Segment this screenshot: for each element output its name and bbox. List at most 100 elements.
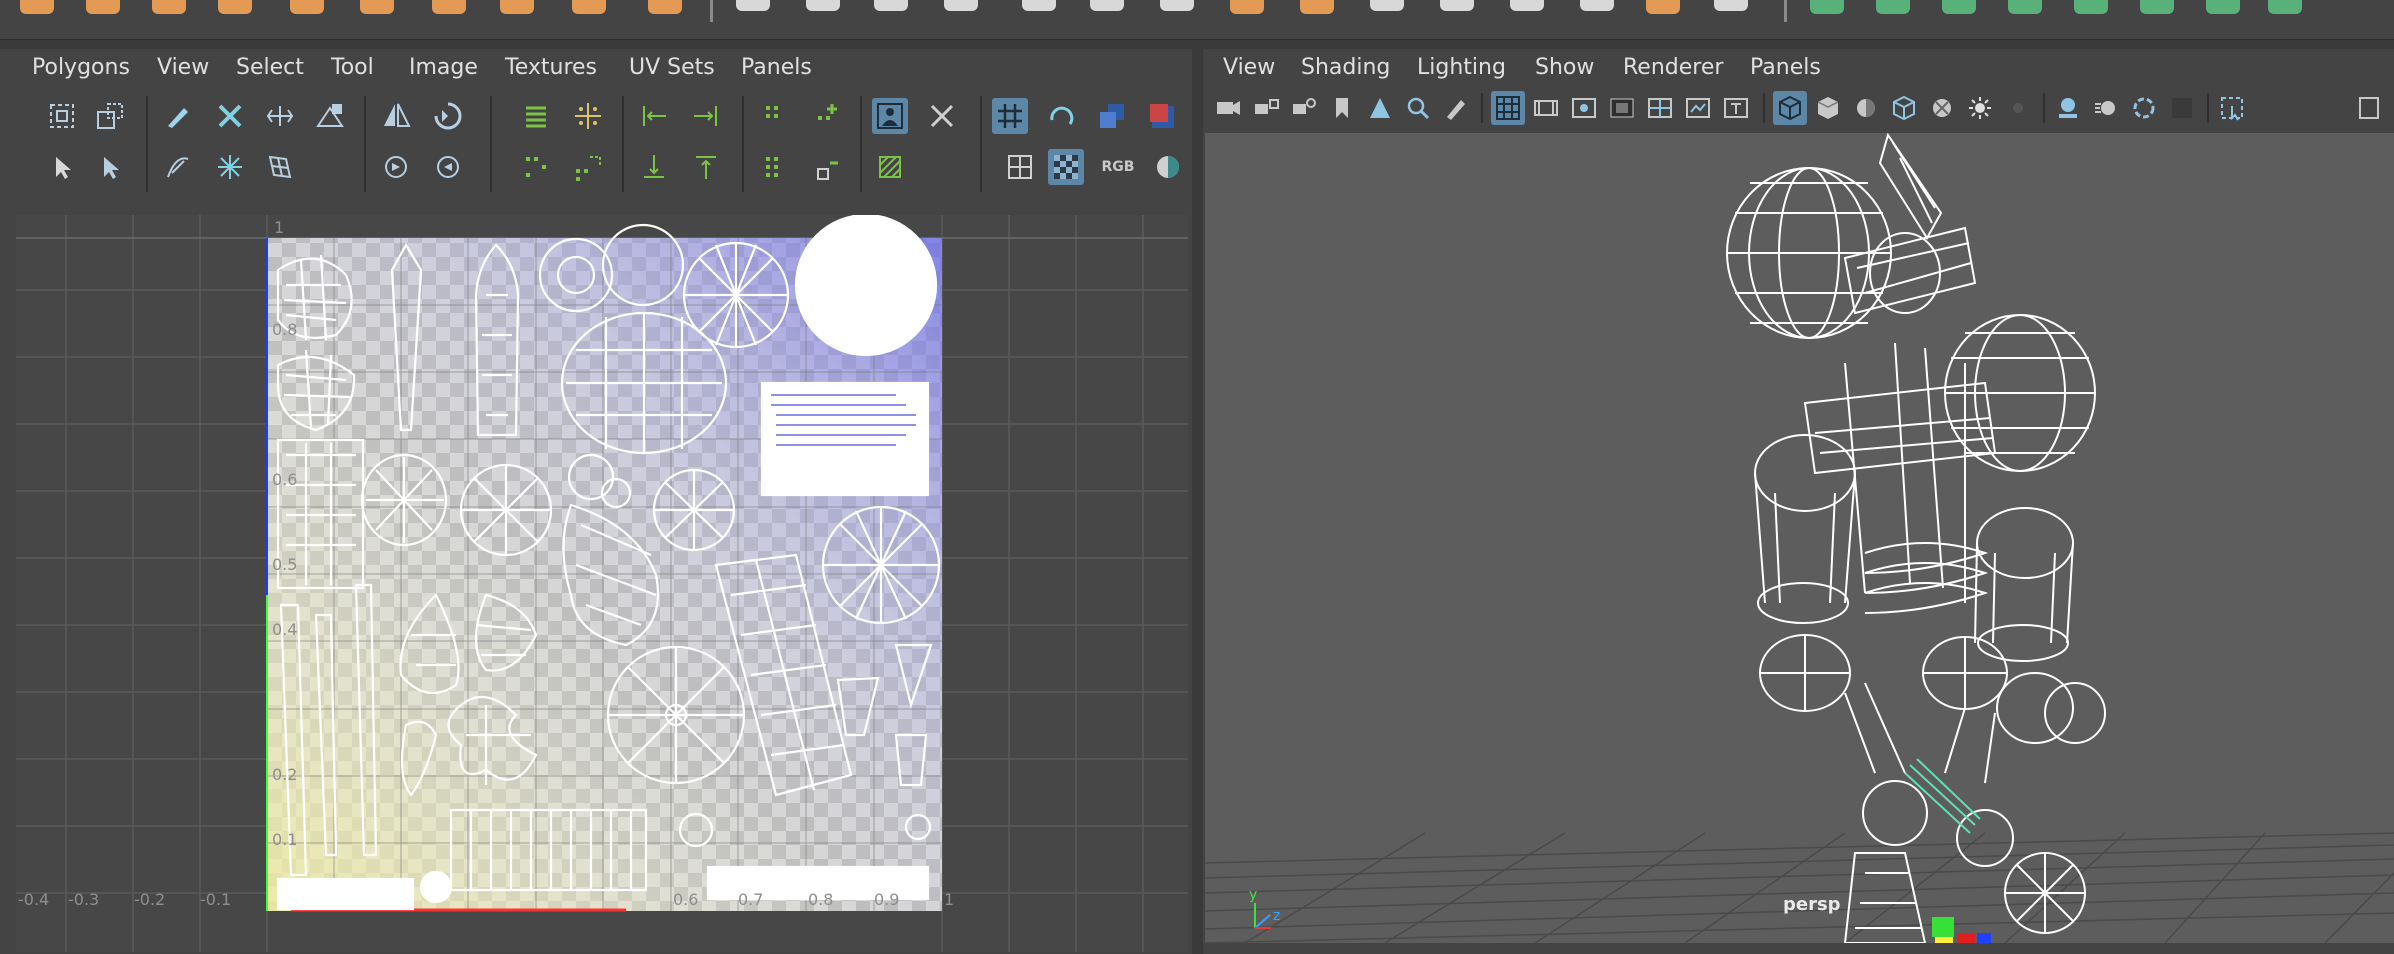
shaded-uv-icon[interactable] [1094,98,1130,134]
uv-cut-icon[interactable] [212,98,248,134]
shadows-icon[interactable] [2001,91,2035,125]
image-plane-icon[interactable] [1363,91,1397,125]
bookmark-icon[interactable] [1325,91,1359,125]
uv-texture-view[interactable]: 1 0.8 0.6 0.5 0.4 0.2 0.1 -0.4 -0.3 -0.2… [16,215,1188,952]
checker-tiles-icon[interactable] [1048,149,1084,185]
shelf-icon-poly-cube[interactable] [86,0,120,14]
shelf-icon-triangulate[interactable] [1714,0,1748,11]
motion-blur-icon[interactable] [2089,91,2123,125]
shelf-icon-bridge[interactable] [1160,0,1194,11]
shelf-icon-spherical-map[interactable] [1942,0,1976,14]
depth-of-field-icon[interactable] [2165,91,2199,125]
shelf-icon-uv-editor[interactable] [2206,0,2240,14]
shelf-icon-combine[interactable] [736,0,770,11]
textured-icon[interactable] [1925,91,1959,125]
texture-borders-icon[interactable] [1144,98,1180,134]
shelf-icon-separate[interactable] [806,0,840,11]
shelf-icon-append[interactable] [1300,0,1334,14]
persp-viewport[interactable]: y z persp [1205,133,2394,943]
field-chart-icon[interactable] [1643,91,1677,125]
uv-straighten-icon[interactable] [518,98,554,134]
shelf-icon-fill-hole[interactable] [1230,0,1264,14]
grid-uvs-icon[interactable] [758,149,794,185]
menu-tool[interactable]: Tool [331,55,374,80]
filter-image-icon[interactable] [924,98,960,134]
panel-divider[interactable] [1192,49,1203,954]
rgb-channels-toggle[interactable]: RGB [1100,149,1136,185]
select-camera-icon[interactable] [1211,91,1245,125]
menu-shading[interactable]: Shading [1301,55,1390,80]
shelf-icon-poly-disc[interactable] [432,0,466,14]
camera-attributes-icon[interactable] [1287,91,1321,125]
lock-camera-icon[interactable] [1249,91,1283,125]
select-tool-icon[interactable] [44,149,80,185]
shelf-icon-auto-map[interactable] [2008,0,2042,14]
align-min-v-icon[interactable] [636,149,672,185]
dim-image-icon[interactable] [872,149,908,185]
shelf-icon-smooth[interactable] [874,0,908,11]
menu-uv-sets[interactable]: UV Sets [629,55,715,80]
shelf-icon-wedge[interactable] [1646,0,1680,14]
menu-panels[interactable]: Panels [741,55,812,80]
uv-distribute-icon[interactable] [570,98,606,134]
2d-pan-zoom-icon[interactable] [1401,91,1435,125]
alpha-channel-icon[interactable] [1150,149,1186,185]
wireframe-on-shaded-icon[interactable] [1887,91,1921,125]
shelf-icon-poly-cylinder[interactable] [152,0,186,14]
shelf-icon-poly-torus[interactable] [290,0,324,14]
shelf-icon-planar-map[interactable] [1810,0,1844,14]
normalize-icon[interactable] [810,149,846,185]
film-gate-icon[interactable] [1529,91,1563,125]
shelf-icon-poly-text[interactable] [648,0,682,14]
shelf-icon-poly-sphere[interactable] [20,0,54,14]
menu-image[interactable]: Image [409,55,478,80]
shelf-icon-bevel[interactable] [1022,0,1056,11]
grid-toggle-icon[interactable] [1491,91,1525,125]
grease-pencil-icon[interactable] [1439,91,1473,125]
uv-shell-border-icon[interactable] [92,98,128,134]
shelf-icon-cylindrical-map[interactable] [1876,0,1910,14]
screen-space-ao-icon[interactable] [2051,91,2085,125]
gate-mask-icon[interactable] [1605,91,1639,125]
uv-rotate-icon[interactable] [430,98,466,134]
default-material-icon[interactable] [1849,91,1883,125]
layout-icon[interactable] [570,149,606,185]
uv-flip-u-icon[interactable] [378,98,414,134]
xray-icon[interactable] [2353,91,2387,125]
menu-show[interactable]: Show [1535,55,1594,80]
shelf-icon-layout[interactable] [2140,0,2174,14]
smear-tool-icon[interactable] [160,149,196,185]
isolate-select-icon[interactable] [2215,91,2249,125]
toggle-grid-icon[interactable] [992,98,1028,134]
pixel-snap-icon[interactable] [1002,149,1038,185]
shelf-icon-multi-cut[interactable] [1440,0,1474,11]
shelf-icon-unfold[interactable] [2074,0,2108,14]
shelf-icon-target-weld[interactable] [1510,0,1544,11]
uv-sew-icon[interactable] [312,98,348,134]
uv-snapshot-icon[interactable] [758,98,794,134]
shelf-icon-mirror[interactable] [944,0,978,11]
menu-lighting[interactable]: Lighting [1417,55,1506,80]
uv-pencil-icon[interactable] [160,98,196,134]
shelf-icon-uv-toolkit[interactable] [2268,0,2302,14]
wireframe-icon[interactable] [1773,91,1807,125]
anti-aliasing-icon[interactable] [2127,91,2161,125]
safe-action-icon[interactable] [1681,91,1715,125]
menu-view[interactable]: View [1223,55,1275,80]
uv-stack-icon[interactable] [810,98,846,134]
menu-textures[interactable]: Textures [505,55,597,80]
display-image-icon[interactable] [872,98,908,134]
shelf-icon-poly-cone[interactable] [218,0,252,14]
menu-panels[interactable]: Panels [1750,55,1821,80]
menu-polygons[interactable]: Polygons [32,55,130,80]
uv-align-min-u-icon[interactable] [636,98,672,134]
rotate-cw-icon[interactable] [430,149,466,185]
unfold-icon[interactable] [518,149,554,185]
safe-title-icon[interactable] [1719,91,1753,125]
align-max-v-icon[interactable] [688,149,724,185]
shelf-icon-poly-prism[interactable] [500,0,534,14]
lattice-tool-icon[interactable] [262,149,298,185]
uv-split-icon[interactable] [262,98,298,134]
menu-select[interactable]: Select [236,55,304,80]
menu-view[interactable]: View [157,55,209,80]
